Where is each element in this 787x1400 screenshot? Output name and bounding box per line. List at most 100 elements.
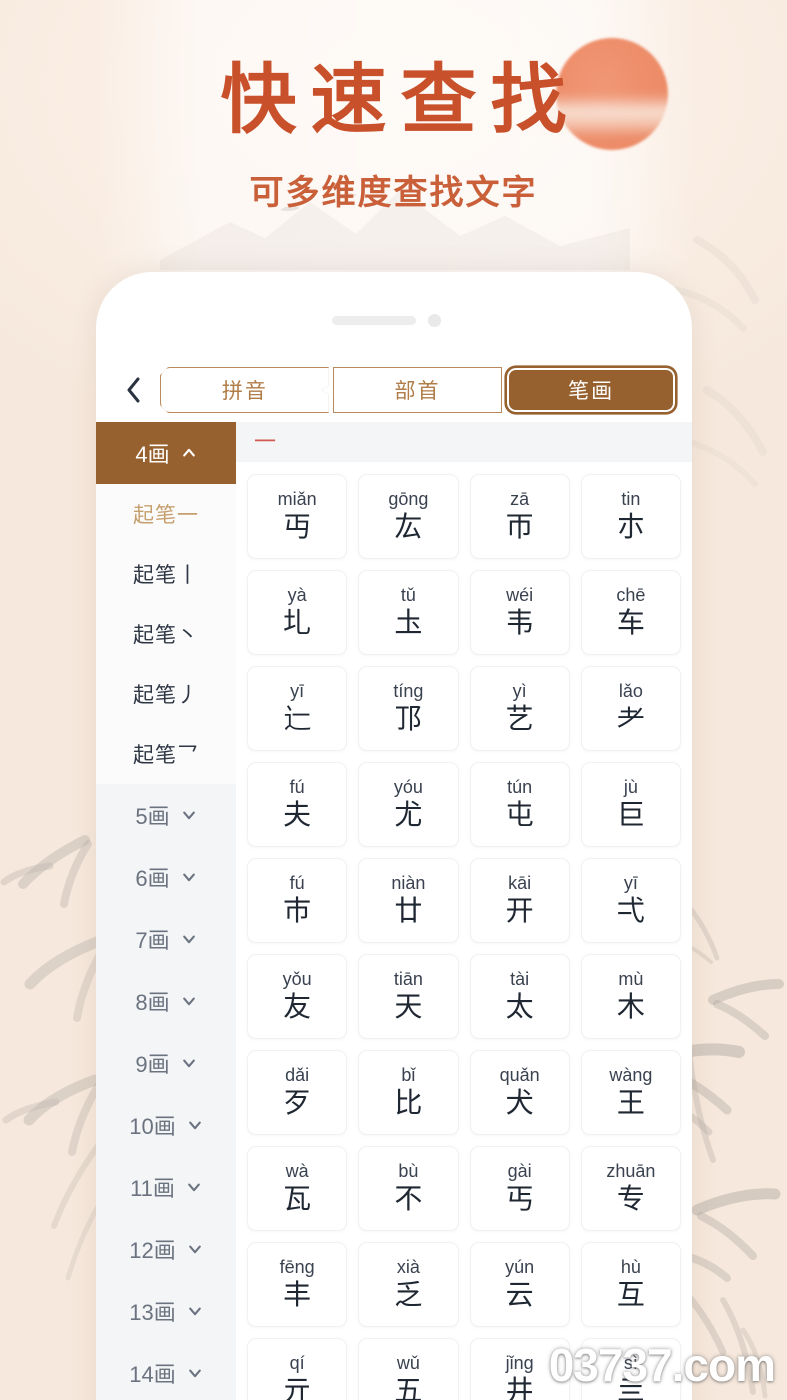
character-pinyin: gài: [507, 1161, 532, 1182]
character-glyph: 不: [394, 1183, 423, 1214]
sidebar-group-6画[interactable]: 6画: [96, 846, 236, 908]
tab-2[interactable]: 部首: [332, 367, 503, 413]
tab-label: 拼音: [221, 380, 268, 403]
character-pinyin: zhuān: [606, 1161, 656, 1182]
character-pinyin: mù: [618, 969, 644, 990]
character-cell[interactable]: tún 屯: [469, 762, 570, 847]
character-cell[interactable]: fú 夫: [247, 762, 348, 847]
character-cell[interactable]: kāi 开: [469, 858, 570, 943]
character-glyph: 韦: [505, 607, 534, 638]
character-glyph: 朩: [616, 511, 645, 542]
chevron-down-icon: [188, 1121, 201, 1130]
character-cell[interactable]: tíng 邒: [358, 666, 459, 751]
stroke-count-sidebar[interactable]: 4画起笔一 起笔丨 起笔丶 起笔丿 起笔乛 5画 6画 7画 8画 9画 10画 11画 12画 13画 1…: [96, 422, 236, 1400]
character-cell[interactable]: wà 瓦: [247, 1146, 348, 1231]
character-cell[interactable]: tài 太: [469, 954, 570, 1039]
character-cell[interactable]: dǎi 歹: [247, 1050, 348, 1135]
tab-3[interactable]: 笔画: [506, 367, 677, 413]
character-glyph: 巿: [283, 895, 312, 926]
character-glyph: 辷: [283, 703, 312, 734]
chevron-down-icon: [182, 997, 195, 1006]
character-cell[interactable]: yì 艺: [469, 666, 570, 751]
sidebar-group-12画[interactable]: 12画: [96, 1218, 236, 1280]
character-cell[interactable]: quǎn 犬: [469, 1050, 570, 1135]
character-cell[interactable]: tiān 天: [358, 954, 459, 1039]
character-pinyin: jù: [623, 777, 638, 798]
sidebar-group-5画[interactable]: 5画: [96, 784, 236, 846]
character-pinyin: tin: [621, 489, 641, 510]
sidebar-group-11画[interactable]: 11画: [96, 1156, 236, 1218]
character-cell[interactable]: gōng 厷: [358, 474, 459, 559]
tab-1[interactable]: 拼音: [160, 367, 329, 413]
character-cell[interactable]: bǐ 比: [358, 1050, 459, 1135]
character-cell[interactable]: zā 帀: [469, 474, 570, 559]
sidebar-subitem-起笔丶[interactable]: 起笔丶: [96, 604, 236, 664]
chevron-down-icon: [188, 1307, 201, 1316]
character-cell[interactable]: niàn 廿: [358, 858, 459, 943]
character-pinyin: bù: [398, 1161, 419, 1182]
character-pinyin: wǔ: [396, 1353, 420, 1374]
sidebar-group-10画[interactable]: 10画: [96, 1094, 236, 1156]
character-cell[interactable]: wǔ 五: [358, 1338, 459, 1400]
character-glyph: 夫: [283, 799, 312, 830]
sidebar-group-13画[interactable]: 13画: [96, 1280, 236, 1342]
character-pinyin: fú: [289, 777, 305, 798]
sidebar-group-14画[interactable]: 14画: [96, 1342, 236, 1400]
character-cell[interactable]: wàng 王: [580, 1050, 681, 1135]
sidebar-group-8画[interactable]: 8画: [96, 970, 236, 1032]
character-pinyin: yì: [512, 681, 527, 702]
character-pinyin: tíng: [393, 681, 424, 702]
character-cell[interactable]: tin 朩: [580, 474, 681, 559]
character-pinyin: yī: [623, 873, 638, 894]
character-cell[interactable]: yī 弌: [580, 858, 681, 943]
character-cell[interactable]: qí 亓: [247, 1338, 348, 1400]
character-cell[interactable]: chē 车: [580, 570, 681, 655]
character-cell[interactable]: fēng 丰: [247, 1242, 348, 1327]
character-glyph: 廿: [394, 895, 423, 926]
character-cell[interactable]: hù 互: [580, 1242, 681, 1327]
character-cell[interactable]: bù 不: [358, 1146, 459, 1231]
character-cell[interactable]: mù 木: [580, 954, 681, 1039]
character-cell[interactable]: jù 巨: [580, 762, 681, 847]
character-cell[interactable]: xià 乏: [358, 1242, 459, 1327]
site-watermark: 03737.com: [548, 1339, 776, 1391]
stroke-category-header: 一: [236, 422, 692, 462]
character-cell[interactable]: yǒu 友: [247, 954, 348, 1039]
character-glyph: 友: [283, 991, 312, 1022]
character-cell[interactable]: yún 云: [469, 1242, 570, 1327]
sidebar-group-9画[interactable]: 9画: [96, 1032, 236, 1094]
sidebar-subitem-起笔乛[interactable]: 起笔乛: [96, 724, 236, 784]
character-glyph: 车: [616, 607, 645, 638]
promo-headline: 快速查找: [220, 55, 581, 144]
sidebar-group-label: 8画: [135, 990, 170, 1015]
character-cell[interactable]: lǎo 耂: [580, 666, 681, 751]
character-cell[interactable]: wéi 韦: [469, 570, 570, 655]
character-glyph: 尤: [394, 799, 423, 830]
back-button[interactable]: [116, 368, 150, 412]
character-cell[interactable]: gài 丐: [469, 1146, 570, 1231]
character-glyph: 厷: [394, 511, 423, 542]
character-pinyin: miǎn: [277, 489, 317, 510]
sidebar-subitem-起笔丿[interactable]: 起笔丿: [96, 664, 236, 724]
sidebar-group-4画[interactable]: 4画: [96, 422, 236, 484]
sidebar-group-label: 4画: [135, 442, 170, 467]
character-cell[interactable]: zhuān 专: [580, 1146, 681, 1231]
character-glyph: 圡: [394, 607, 423, 638]
character-cell[interactable]: yà 圠: [247, 570, 348, 655]
character-pinyin: quǎn: [499, 1065, 540, 1086]
character-glyph: 井: [505, 1375, 534, 1400]
character-glyph: 巨: [616, 799, 645, 830]
character-cell[interactable]: fú 巿: [247, 858, 348, 943]
phone-camera: [428, 314, 441, 327]
sidebar-group-label: 11画: [130, 1176, 175, 1201]
sidebar-subitem-起笔丨[interactable]: 起笔丨: [96, 544, 236, 604]
character-pinyin: yà: [287, 585, 307, 606]
character-cell[interactable]: yóu 尤: [358, 762, 459, 847]
character-glyph: 五: [394, 1375, 423, 1400]
sidebar-subitem-起笔一[interactable]: 起笔一: [96, 484, 236, 544]
sidebar-group-7画[interactable]: 7画: [96, 908, 236, 970]
character-cell[interactable]: miǎn 丏: [247, 474, 348, 559]
character-cell[interactable]: yī 辷: [247, 666, 348, 751]
character-cell[interactable]: tǔ 圡: [358, 570, 459, 655]
character-glyph: 丰: [283, 1279, 312, 1310]
